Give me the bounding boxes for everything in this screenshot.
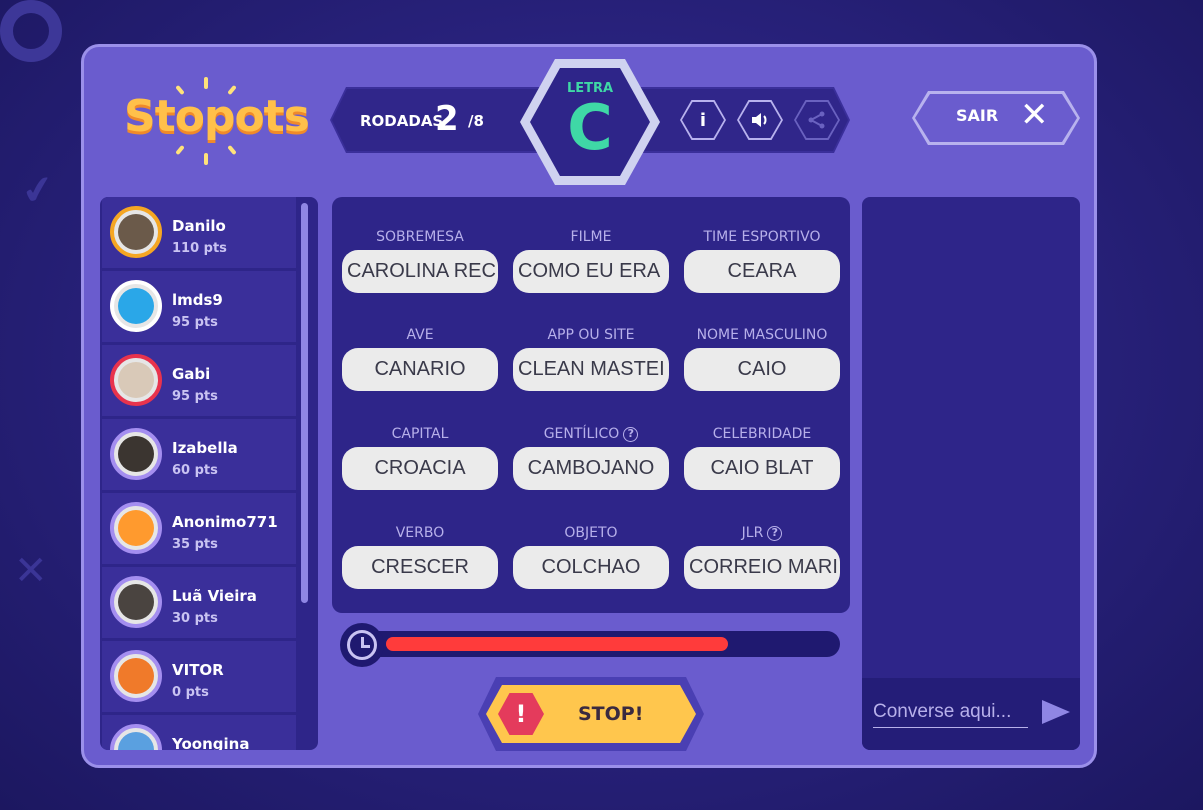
close-icon: ✕ — [1020, 95, 1049, 135]
category-label: CELEBRIDADE — [712, 426, 812, 442]
avatar — [110, 576, 162, 628]
category-label: FILME — [570, 229, 612, 245]
player-points: 110 pts — [172, 241, 227, 256]
avatar — [110, 502, 162, 554]
help-icon[interactable]: ? — [623, 427, 639, 442]
logo-text: Stopots — [124, 91, 310, 142]
category-answer-input[interactable]: CAIO — [684, 348, 840, 391]
players-scrollbar[interactable] — [301, 203, 308, 603]
player-points: 0 pts — [172, 685, 209, 700]
clock-icon — [340, 623, 384, 667]
category-field: OBJETO COLCHAO — [513, 525, 669, 589]
exit-label: SAIR — [956, 106, 999, 125]
category-field: GENTÍLICO? CAMBOJANO — [513, 426, 669, 490]
player-points: 60 pts — [172, 463, 218, 478]
player-item: Danilo 110 pts — [102, 197, 296, 268]
player-name: Danilo — [172, 217, 226, 235]
background-ring-icon — [0, 0, 62, 62]
share-icon — [796, 102, 838, 138]
category-answer-input[interactable]: CLEAN MASTEI — [513, 348, 669, 391]
player-name: Yoongina — [172, 735, 250, 750]
player-item: VITOR 0 pts — [102, 641, 296, 712]
stopots-logo: Stopots — [124, 77, 310, 165]
player-points: 95 pts — [172, 315, 218, 330]
chat-input[interactable] — [873, 696, 1028, 728]
category-field: SOBREMESA CAROLINA REC — [342, 229, 498, 293]
chat-panel — [862, 197, 1080, 750]
category-answer-input[interactable]: CEARA — [684, 250, 840, 293]
background-x-icon: ✕ — [14, 548, 48, 594]
help-icon[interactable]: ? — [767, 526, 783, 541]
category-label: SOBREMESA — [376, 229, 464, 245]
player-item: Izabella 60 pts — [102, 419, 296, 490]
info-icon: i — [682, 102, 724, 138]
category-label: NOME MASCULINO — [696, 327, 828, 343]
player-name: lmds9 — [172, 291, 223, 309]
player-item: Gabi 95 pts — [102, 345, 296, 416]
player-item: lmds9 95 pts — [102, 271, 296, 342]
category-field: APP OU SITE CLEAN MASTEI — [513, 327, 669, 391]
exit-button[interactable]: SAIR ✕ — [912, 91, 1080, 145]
player-name: Gabi — [172, 365, 211, 383]
player-name: VITOR — [172, 661, 224, 679]
player-name: Izabella — [172, 439, 238, 457]
background-check-icon: ✔ — [18, 165, 58, 215]
players-list[interactable]: Danilo 110 pts lmds9 95 pts Gabi 95 pts … — [100, 197, 318, 750]
speaker-icon — [739, 102, 781, 138]
player-item: Luã Vieira 30 pts — [102, 567, 296, 638]
send-icon[interactable] — [1042, 700, 1070, 724]
alert-icon: ! — [498, 693, 544, 735]
answers-board: SOBREMESA CAROLINA REC FILME COMO EU ERA… — [332, 197, 850, 613]
avatar — [110, 428, 162, 480]
category-label: JLR? — [684, 525, 840, 545]
category-field: CELEBRIDADE CAIO BLAT — [684, 426, 840, 490]
category-answer-input[interactable]: CAMBOJANO — [513, 447, 669, 490]
player-name: Luã Vieira — [172, 587, 257, 605]
category-answer-input[interactable]: COLCHAO — [513, 546, 669, 589]
avatar — [110, 206, 162, 258]
player-item: Anonimo771 35 pts — [102, 493, 296, 564]
category-field: VERBO CRESCER — [342, 525, 498, 589]
category-label: APP OU SITE — [547, 327, 635, 343]
timer-fill — [386, 637, 728, 651]
category-field: AVE CANARIO — [342, 327, 498, 391]
category-label: VERBO — [395, 525, 445, 541]
player-points: 35 pts — [172, 537, 218, 552]
category-answer-input[interactable]: COMO EU ERA — [513, 250, 669, 293]
avatar — [110, 724, 162, 750]
category-answer-input[interactable]: CROACIA — [342, 447, 498, 490]
category-field: FILME COMO EU ERA — [513, 229, 669, 293]
rounds-label: RODADAS — [360, 112, 444, 130]
current-round: 2 — [435, 99, 459, 139]
category-answer-input[interactable]: CAROLINA REC — [342, 250, 498, 293]
total-rounds: /8 — [468, 112, 484, 130]
category-label: GENTÍLICO? — [513, 426, 669, 446]
player-points: 30 pts — [172, 611, 218, 626]
avatar — [110, 650, 162, 702]
avatar — [110, 280, 162, 332]
timer-bar — [346, 631, 840, 657]
category-field: NOME MASCULINO CAIO — [684, 327, 840, 391]
category-label: OBJETO — [564, 525, 618, 541]
category-label: AVE — [406, 327, 434, 343]
stop-button[interactable]: ! STOP! — [486, 685, 696, 743]
chat-input-bar — [862, 678, 1080, 750]
category-label: CAPITAL — [391, 426, 449, 442]
category-field: JLR? CORREIO MARI — [684, 525, 840, 589]
stop-label: STOP! — [578, 703, 644, 725]
category-field: CAPITAL CROACIA — [342, 426, 498, 490]
player-points: 95 pts — [172, 389, 218, 404]
player-name: Anonimo771 — [172, 513, 278, 531]
category-answer-input[interactable]: CAIO BLAT — [684, 447, 840, 490]
current-letter: C — [567, 91, 613, 164]
avatar — [110, 354, 162, 406]
player-item: Yoongina — [102, 715, 296, 750]
game-panel: Stopots RODADAS 2 /8 LETRA C i SAIR ✕ Da… — [81, 44, 1097, 768]
category-answer-input[interactable]: CANARIO — [342, 348, 498, 391]
category-field: TIME ESPORTIVO CEARA — [684, 229, 840, 293]
category-answer-input[interactable]: CRESCER — [342, 546, 498, 589]
category-label: TIME ESPORTIVO — [703, 229, 821, 245]
category-answer-input[interactable]: CORREIO MARI — [684, 546, 840, 589]
